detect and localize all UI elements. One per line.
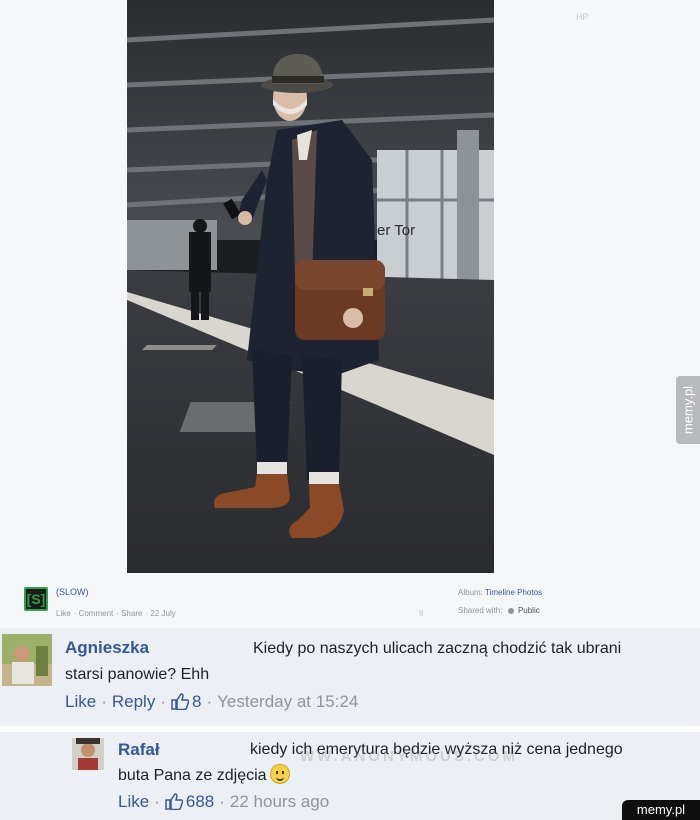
reply-link[interactable]: Reply (112, 692, 155, 711)
avatar[interactable] (2, 634, 52, 686)
post-meta: [S] (SLOW) Like · Comment · Share · 22 July… (0, 580, 700, 628)
post-share-link[interactable]: Share (121, 609, 142, 618)
thumbs-up-icon (165, 793, 183, 810)
album-link[interactable]: Timeline Photos (485, 588, 542, 597)
smiley-emoji-icon (269, 764, 290, 784)
photo-corner-mark: HP (576, 12, 589, 22)
avatar[interactable] (72, 738, 104, 770)
comment-text: Kiedy po naszych ulicach zaczną chodzić … (253, 640, 622, 657)
comment-author-link[interactable]: Rafał (118, 740, 160, 760)
comment: Rafał kiedy ich emerytura będzie wyższa … (0, 732, 700, 820)
album-label: Album: (458, 588, 483, 597)
comment-text-line: buta Pana ze zdjęcia (118, 767, 267, 784)
thumbs-up-icon (171, 693, 189, 710)
post-action-bar: Like · Comment · Share · 22 July (56, 609, 176, 618)
comment-text: starsi panowie? Ehh (65, 666, 210, 683)
post-comment-link[interactable]: Comment (79, 609, 114, 618)
comment-timestamp[interactable]: Yesterday at 15:24 (217, 692, 358, 711)
page-name-link[interactable]: (SLOW) (56, 587, 89, 597)
post-photo[interactable]: er Tor (127, 0, 494, 573)
side-watermark-label: memy.pl (680, 385, 696, 435)
platform-sign: er Tor (377, 222, 415, 239)
post-date[interactable]: 22 July (150, 609, 175, 618)
album-info: Album: Timeline Photos (458, 588, 542, 597)
page-logo-icon[interactable]: [S] (24, 587, 48, 611)
like-count[interactable]: 688 (165, 792, 214, 811)
comment-actions: Like · 688 · 22 hours ago (118, 792, 330, 811)
overlay-watermark: WW.ANONYMOUS.COM (300, 748, 518, 765)
like-count-value: 8 (192, 692, 202, 711)
photo-illustration: er Tor (127, 0, 494, 573)
side-watermark-tab[interactable]: memy.pl (676, 376, 700, 444)
comment-text: buta Pana ze zdjęcia (118, 764, 290, 788)
like-link[interactable]: Like (65, 692, 96, 711)
like-link[interactable]: Like (118, 792, 149, 811)
like-count-value: 688 (185, 792, 215, 811)
avatar-image (2, 634, 52, 686)
comment: Agnieszka Kiedy po naszych ulicach zaczn… (0, 628, 700, 726)
privacy-value[interactable]: Public (518, 606, 540, 615)
privacy-info: Shared with: Public (458, 606, 540, 615)
comment-actions: Like · Reply · 8 · Yesterday at 15:24 (65, 692, 359, 711)
post-like-link[interactable]: Like (56, 609, 71, 618)
comment-author-link[interactable]: Agnieszka (65, 638, 149, 658)
shared-label: Shared with: (458, 606, 503, 615)
comment-timestamp[interactable]: 22 hours ago (230, 792, 329, 811)
corner-watermark-badge[interactable]: memy.pl (622, 800, 700, 820)
post-hash-mark: ȣ (419, 609, 424, 618)
globe-icon (507, 607, 514, 614)
avatar-image (72, 738, 104, 770)
like-count[interactable]: 8 (171, 692, 201, 711)
